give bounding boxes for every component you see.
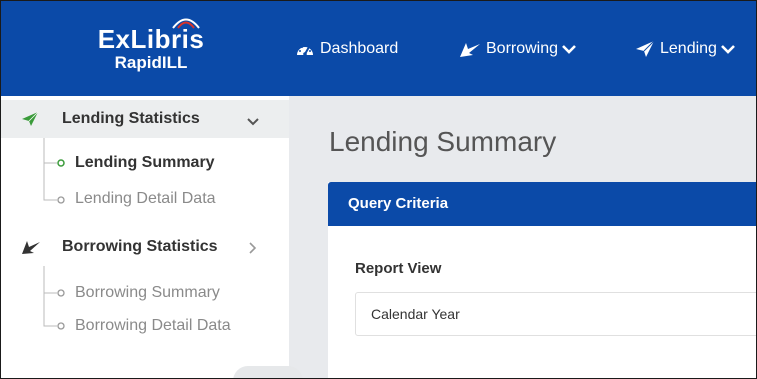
top-navigation-bar: ExLibris RapidILL Dashboard Borrowing Le…: [1, 1, 756, 96]
chevron-down-icon: [247, 113, 259, 131]
nav-dashboard-label: Dashboard: [320, 40, 399, 57]
sidebar-group-label: Borrowing Statistics: [62, 238, 218, 255]
query-criteria-card: Query Criteria Report View Calendar Year: [328, 182, 756, 378]
card-header-title: Query Criteria: [348, 195, 449, 212]
report-view-select[interactable]: Calendar Year: [355, 292, 756, 336]
dashboard-icon: [295, 40, 315, 58]
chevron-down-icon: [721, 44, 735, 54]
report-view-selected-value: Calendar Year: [371, 306, 460, 322]
report-view-label: Report View: [355, 260, 442, 277]
main-content: Lending Summary Query Criteria Report Vi…: [289, 96, 756, 378]
nav-borrowing-label: Borrowing: [486, 40, 559, 57]
card-header: Query Criteria: [328, 182, 756, 226]
sidebar-group-label: Lending Statistics: [62, 110, 200, 127]
exlibris-rapidill-logo[interactable]: ExLibris RapidILL: [71, 15, 231, 81]
app-window: ExLibris RapidILL Dashboard Borrowing Le…: [0, 0, 757, 379]
sidebar-group-borrowing-statistics[interactable]: Borrowing Statistics: [1, 228, 289, 266]
sidebar-item-label: Borrowing Summary: [75, 284, 220, 301]
sidebar-collapse-toggle[interactable]: [233, 366, 303, 378]
sidebar-item-label: Lending Summary: [75, 154, 215, 171]
sidebar-item-label: Lending Detail Data: [75, 190, 216, 207]
nav-borrowing[interactable]: Borrowing: [459, 35, 576, 63]
chevron-right-icon: [247, 241, 257, 259]
tree-connector-lines: [43, 138, 65, 330]
page-title: Lending Summary: [329, 126, 557, 157]
lending-plane-icon: [635, 40, 655, 58]
nav-dashboard[interactable]: Dashboard: [295, 35, 398, 63]
nav-lending[interactable]: Lending: [635, 35, 735, 63]
borrowing-arrow-icon: [21, 239, 41, 260]
logo-wordmark: ExLibris: [97, 24, 205, 54]
chevron-down-icon: [562, 44, 576, 54]
nav-lending-label: Lending: [660, 40, 717, 57]
sidebar-item-label: Borrowing Detail Data: [75, 317, 231, 334]
logo-product-name: RapidILL: [114, 53, 188, 72]
sidebar: Lending Statistics Lending Summary Lendi…: [1, 96, 289, 378]
borrowing-arrow-icon: [459, 40, 481, 58]
